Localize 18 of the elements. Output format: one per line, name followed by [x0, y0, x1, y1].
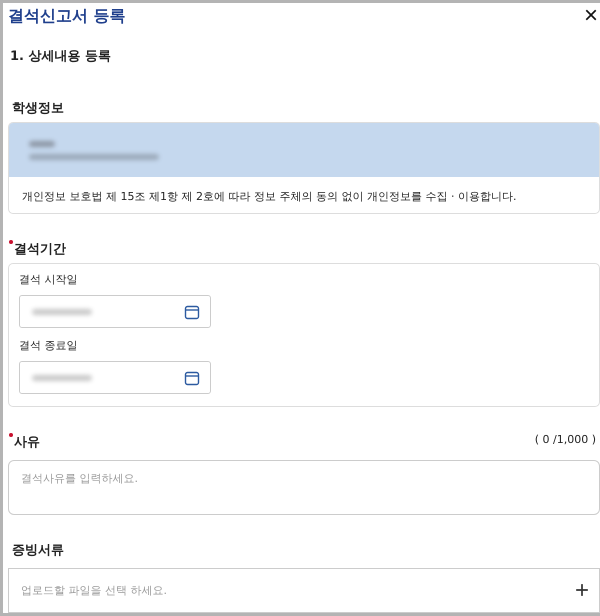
redacted-text	[29, 140, 55, 146]
field-label: 결석 시작일	[19, 272, 78, 288]
add-button[interactable]: +	[574, 578, 589, 603]
field-label: 학생정보	[12, 100, 65, 117]
date-field[interactable]	[19, 295, 211, 328]
window-title: 결석신고서 등록	[8, 6, 126, 26]
character-counter: ( 0 /1,000 )	[534, 433, 596, 446]
reason-field[interactable]: 결석사유를 입력하세요.	[8, 460, 600, 516]
date-field[interactable]	[19, 361, 211, 394]
calendar-icon	[184, 370, 200, 386]
field-label: 증빙서류	[12, 542, 64, 560]
field-label: 결석기간	[14, 241, 66, 258]
calendar-icon	[184, 304, 200, 320]
section-title: 1. 상세내용 등록	[10, 48, 112, 65]
notice-text: 개인정보 보호법 제 15조 제1항 제 2호에 따라 정보 주체의 동의 없이 개인정보를 수집 · 이용합니다.	[22, 190, 516, 203]
field-label: 결석 종료일	[19, 338, 78, 354]
field-label: 사유	[14, 434, 40, 452]
close-button[interactable]: ×	[582, 4, 600, 28]
